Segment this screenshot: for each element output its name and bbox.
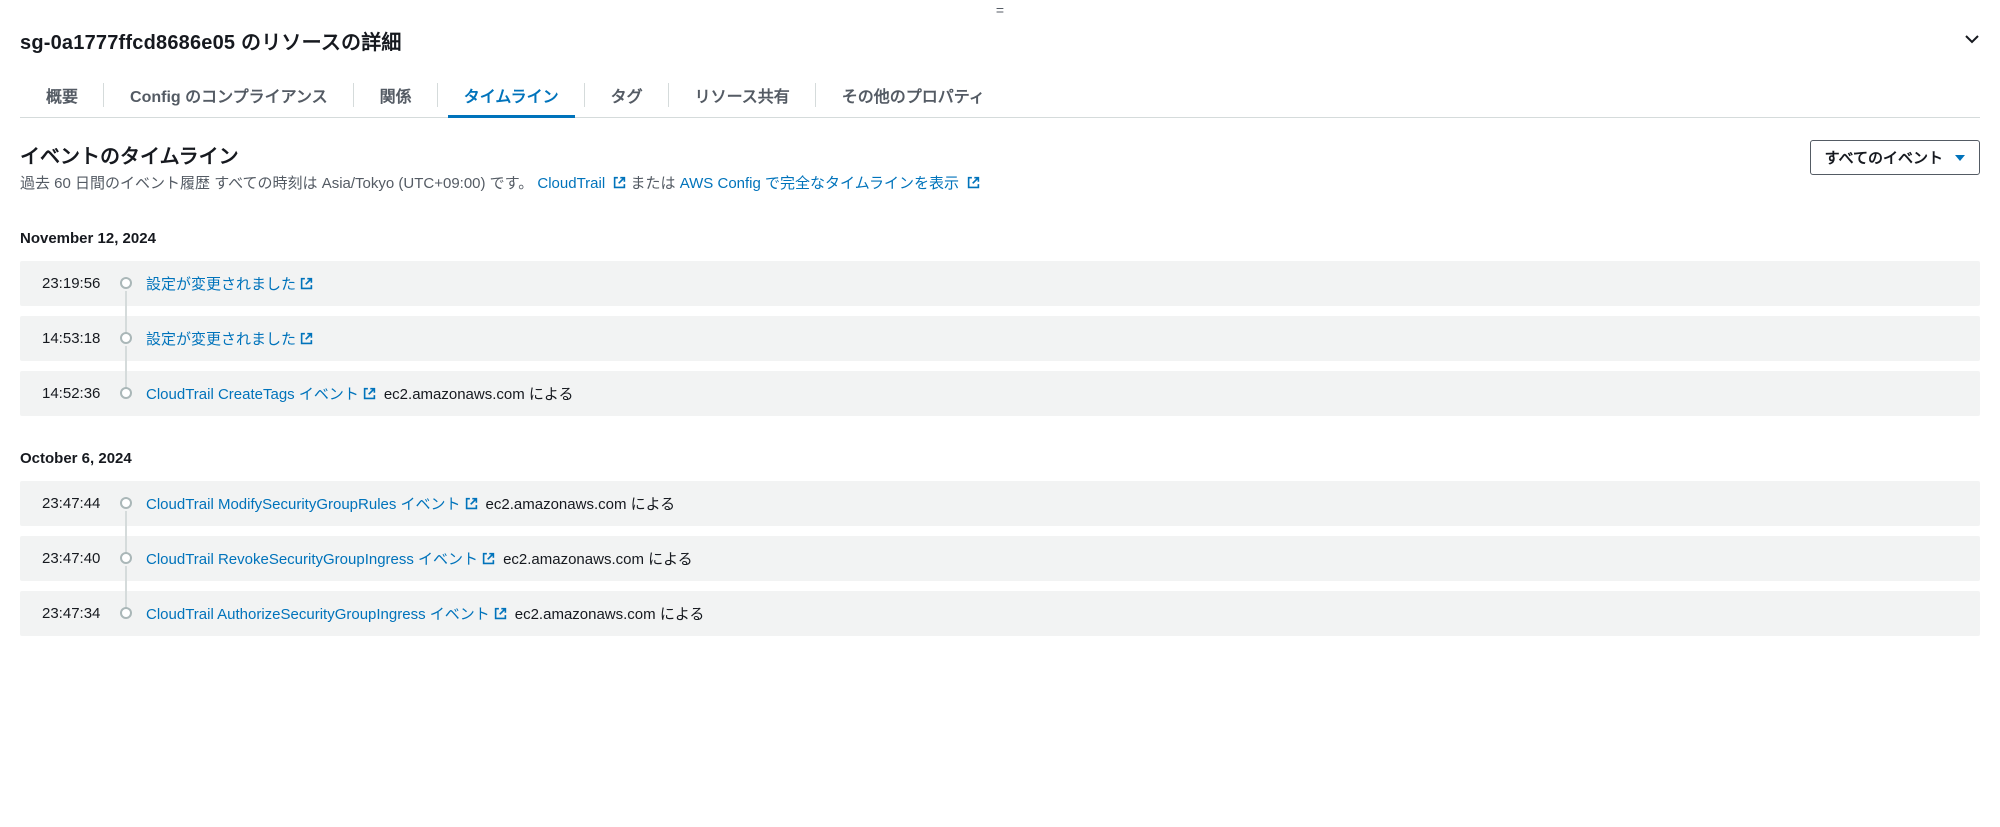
event-link[interactable]: 設定が変更されました bbox=[146, 328, 313, 349]
timeline-dot-icon bbox=[120, 552, 132, 564]
subtitle-text: 過去 60 日間のイベント履歴 すべての時刻は Asia/Tokyo (UTC+… bbox=[20, 175, 533, 192]
event-link[interactable]: 設定が変更されました bbox=[146, 273, 313, 294]
tab-5[interactable]: リソース共有 bbox=[669, 73, 816, 117]
event-extra: ec2.amazonaws.com による bbox=[384, 383, 574, 404]
event-row: 14:52:36 CloudTrail CreateTags イベント ec2.am… bbox=[20, 371, 1980, 416]
event-content: 設定が変更されました bbox=[146, 273, 313, 294]
subtitle-mid: または bbox=[631, 175, 680, 192]
tab-0[interactable]: 概要 bbox=[20, 73, 104, 117]
timeline-section: イベントのタイムライン 過去 60 日間のイベント履歴 すべての時刻は Asia… bbox=[20, 118, 1980, 636]
page-title: sg-0a1777ffcd8686e05 のリソースの詳細 bbox=[20, 26, 402, 55]
filter-label: すべてのイベント bbox=[1825, 147, 1943, 168]
timeline-dot-icon bbox=[120, 387, 132, 399]
tabs: 概要Config のコンプライアンス関係タイムラインタグリソース共有その他のプロ… bbox=[20, 73, 1980, 118]
awsconfig-link[interactable]: AWS Config で完全なタイムラインを表示 bbox=[680, 175, 980, 192]
tab-1[interactable]: Config のコンプライアンス bbox=[104, 73, 354, 117]
section-subtitle: 過去 60 日間のイベント履歴 すべての時刻は Asia/Tokyo (UTC+… bbox=[20, 173, 980, 196]
timeline-dot-icon bbox=[120, 607, 132, 619]
event-link[interactable]: CloudTrail CreateTags イベント bbox=[146, 383, 376, 404]
event-row: 23:47:44 CloudTrail ModifySecurityGroupRu… bbox=[20, 481, 1980, 526]
date-heading: November 12, 2024 bbox=[20, 230, 1980, 247]
tab-4[interactable]: タグ bbox=[585, 73, 669, 117]
event-row: 23:47:34 CloudTrail AuthorizeSecurityGrou… bbox=[20, 591, 1980, 636]
collapse-chevron-icon[interactable] bbox=[1964, 31, 1980, 50]
cloudtrail-link[interactable]: CloudTrail bbox=[537, 175, 630, 192]
event-extra: ec2.amazonaws.com による bbox=[503, 548, 693, 569]
event-time: 23:47:40 bbox=[42, 550, 120, 567]
event-link[interactable]: CloudTrail AuthorizeSecurityGroupIngress… bbox=[146, 603, 507, 624]
external-link-icon bbox=[300, 332, 313, 345]
date-group: October 6, 2024 23:47:44 CloudTrail Modify… bbox=[20, 450, 1980, 636]
external-link-icon bbox=[494, 607, 507, 620]
timeline-dot-icon bbox=[120, 277, 132, 289]
event-row: 14:53:18 設定が変更されました bbox=[20, 316, 1980, 361]
event-extra: ec2.amazonaws.com による bbox=[486, 493, 676, 514]
timeline-dot-icon bbox=[120, 497, 132, 509]
event-extra: ec2.amazonaws.com による bbox=[515, 603, 705, 624]
event-content: 設定が変更されました bbox=[146, 328, 313, 349]
event-content: CloudTrail AuthorizeSecurityGroupIngress… bbox=[146, 603, 704, 624]
event-filter-dropdown[interactable]: すべてのイベント bbox=[1810, 140, 1980, 175]
event-time: 14:52:36 bbox=[42, 385, 120, 402]
section-title: イベントのタイムライン bbox=[20, 140, 980, 169]
tab-2[interactable]: 関係 bbox=[354, 73, 438, 117]
event-content: CloudTrail CreateTags イベント ec2.amazonaws.… bbox=[146, 383, 573, 404]
event-content: CloudTrail ModifySecurityGroupRules イベント… bbox=[146, 493, 675, 514]
date-group: November 12, 202423:19:56設定が変更されました14:53… bbox=[20, 230, 1980, 416]
external-link-icon bbox=[363, 387, 376, 400]
tab-6[interactable]: その他のプロパティ bbox=[816, 73, 1011, 117]
event-row: 23:47:40 CloudTrail RevokeSecurityGroupIn… bbox=[20, 536, 1980, 581]
event-time: 23:19:56 bbox=[42, 275, 120, 292]
page-header: sg-0a1777ffcd8686e05 のリソースの詳細 bbox=[20, 18, 1980, 73]
event-link[interactable]: CloudTrail RevokeSecurityGroupIngress イベ… bbox=[146, 548, 495, 569]
event-time: 14:53:18 bbox=[42, 330, 120, 347]
event-time: 23:47:44 bbox=[42, 495, 120, 512]
tab-3[interactable]: タイムライン bbox=[438, 73, 585, 117]
event-time: 23:47:34 bbox=[42, 605, 120, 622]
external-link-icon bbox=[613, 174, 626, 187]
date-heading: October 6, 2024 bbox=[20, 450, 1980, 467]
external-link-icon bbox=[465, 497, 478, 510]
timeline-dot-icon bbox=[120, 332, 132, 344]
event-content: CloudTrail RevokeSecurityGroupIngress イベ… bbox=[146, 548, 693, 569]
external-link-icon bbox=[482, 552, 495, 565]
external-link-icon bbox=[300, 277, 313, 290]
triangle-down-icon bbox=[1955, 155, 1965, 161]
external-link-icon bbox=[967, 174, 980, 187]
event-row: 23:19:56 設定が変更されました bbox=[20, 261, 1980, 306]
event-link[interactable]: CloudTrail ModifySecurityGroupRules イベント bbox=[146, 493, 478, 514]
drag-handle-icon[interactable]: = bbox=[20, 0, 1980, 18]
